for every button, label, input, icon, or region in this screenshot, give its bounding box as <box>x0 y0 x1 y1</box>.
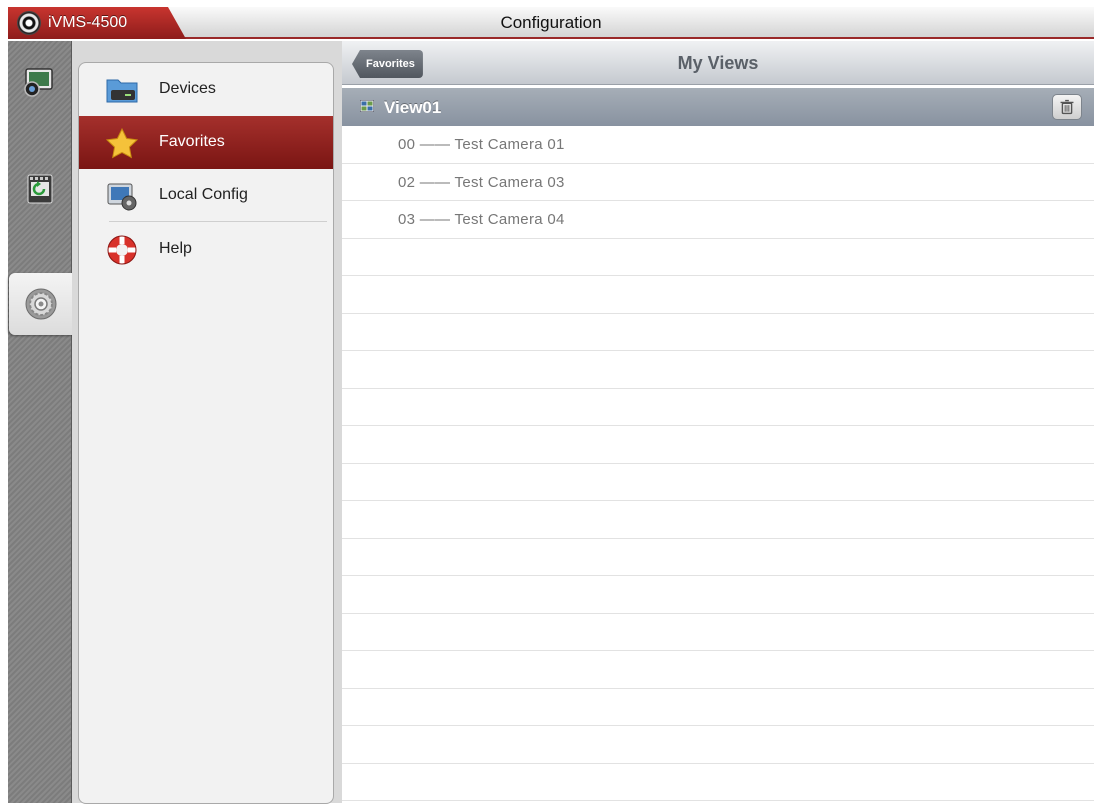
empty-row <box>342 539 1094 576</box>
settings-menu-panel: Devices Favorites Local Config Help <box>72 41 342 804</box>
rail-configuration-button[interactable] <box>9 273 73 335</box>
camera-entry: 00 —— Test Camera 01 <box>398 136 565 153</box>
settings-menu: Devices Favorites Local Config Help <box>78 62 334 804</box>
live-view-icon <box>24 68 53 97</box>
empty-row <box>342 239 1094 276</box>
empty-row <box>342 689 1094 726</box>
config-gear-icon <box>25 288 57 320</box>
menu-label-favorites: Favorites <box>159 133 225 150</box>
list-item[interactable]: 00 —— Test Camera 01 <box>342 126 1094 164</box>
view-section-header[interactable]: View01 <box>342 88 1094 126</box>
navigation-bar: Favorites My Views <box>342 41 1094 85</box>
main-content: Favorites My Views View01 00 —— Test Cam… <box>342 41 1094 803</box>
delete-view-button[interactable] <box>1052 94 1082 120</box>
playback-icon <box>27 174 53 204</box>
navigation-rail <box>8 41 73 803</box>
empty-row <box>342 276 1094 314</box>
view-grid-icon <box>360 100 374 112</box>
rail-live-view-button[interactable] <box>18 63 62 107</box>
menu-item-help[interactable]: Help <box>79 223 333 276</box>
empty-row <box>342 576 1094 614</box>
empty-row <box>342 651 1094 689</box>
menu-item-local-config[interactable]: Local Config <box>79 169 333 222</box>
empty-row <box>342 764 1094 801</box>
menu-item-devices[interactable]: Devices <box>79 63 333 116</box>
empty-row <box>342 389 1094 426</box>
top-bar: iVMS-4500 Configuration <box>8 7 1094 39</box>
empty-row <box>342 464 1094 501</box>
empty-row <box>342 314 1094 351</box>
lifebuoy-icon <box>107 235 137 265</box>
trash-icon <box>1060 99 1074 115</box>
menu-item-favorites[interactable]: Favorites <box>79 116 333 169</box>
menu-divider <box>109 221 327 222</box>
devices-folder-icon <box>106 79 138 103</box>
camera-entry: 03 —— Test Camera 04 <box>398 211 565 228</box>
empty-row <box>342 501 1094 539</box>
list-item[interactable]: 03 —— Test Camera 04 <box>342 201 1094 239</box>
star-icon <box>105 127 139 159</box>
view-name: View01 <box>384 98 442 117</box>
page-title: Configuration <box>500 13 602 32</box>
local-config-icon <box>107 183 137 211</box>
menu-label-local-config: Local Config <box>159 186 248 203</box>
camera-entry: 02 —— Test Camera 03 <box>398 173 565 191</box>
list-item[interactable]: 02 —— Test Camera 03 <box>342 164 1094 201</box>
menu-label-devices: Devices <box>159 80 216 97</box>
empty-row <box>342 351 1094 389</box>
view-list-title: My Views <box>677 53 759 73</box>
empty-row <box>342 614 1094 651</box>
rail-playback-button[interactable] <box>18 167 62 211</box>
empty-row <box>342 426 1094 464</box>
empty-row <box>342 726 1094 764</box>
camera-list: 00 —— Test Camera 01 02 —— Test Camera 0… <box>342 126 1094 801</box>
menu-label-help: Help <box>159 240 192 257</box>
